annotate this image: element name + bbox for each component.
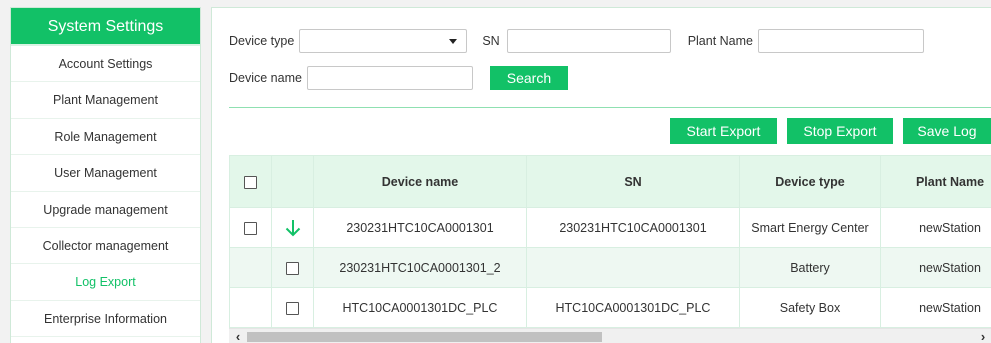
sidebar-item-plant-management[interactable]: Plant Management [11, 82, 200, 119]
sidebar-item-upgrade-management[interactable]: Upgrade management [11, 192, 200, 228]
device-name-input[interactable] [306, 66, 473, 90]
cell-device-type: Safety Box [739, 287, 881, 328]
cell-plant-name: newStation [880, 207, 991, 248]
row-spacer-cell [229, 247, 272, 288]
sn-input[interactable] [506, 29, 671, 53]
table-header-row: Device name SN Device type Plant Name [229, 155, 991, 208]
log-export-panel: Device type SN Plant Name Device name Se… [211, 7, 991, 343]
sidebar-item-log-export[interactable]: Log Export [11, 264, 200, 301]
cell-sn: HTC10CA0001301DC_PLC [526, 287, 740, 328]
filter-divider [229, 107, 991, 108]
cell-sn [526, 247, 740, 288]
row-select-cell [271, 287, 314, 328]
sidebar-item-account-settings[interactable]: Account Settings [11, 46, 200, 83]
table-row: HTC10CA0001301DC_PLC HTC10CA0001301DC_PL… [229, 287, 991, 328]
select-all-cell [229, 155, 272, 208]
sidebar-item-collector-management[interactable]: Collector management [11, 228, 200, 265]
table-horizontal-scrollbar[interactable]: ‹ › [229, 328, 991, 343]
cell-device-type: Smart Energy Center [739, 207, 881, 248]
row-checkbox[interactable] [286, 261, 299, 275]
plant-name-label: Plant Name [687, 34, 753, 48]
stop-export-button[interactable]: Stop Export [787, 118, 893, 144]
device-type-label: Device type [229, 34, 295, 48]
settings-sidebar: System Settings Account Settings Plant M… [10, 7, 201, 343]
cell-plant-name: newStation [880, 247, 991, 288]
header-plant-name: Plant Name [880, 155, 991, 208]
chevron-left-icon[interactable]: ‹ [229, 329, 247, 343]
save-log-button[interactable]: Save Log [903, 118, 991, 144]
header-device-name: Device name [313, 155, 527, 208]
header-device-type: Device type [739, 155, 881, 208]
cell-device-name: 230231HTC10CA0001301 [313, 207, 527, 248]
sn-label: SN [482, 34, 500, 48]
row-select-cell [271, 247, 314, 288]
device-type-select[interactable] [299, 29, 468, 53]
caret-down-icon [449, 39, 458, 44]
cell-device-name: 230231HTC10CA0001301_2 [313, 247, 527, 288]
device-table: Device name SN Device type Plant Name 23… [229, 155, 991, 328]
cell-device-name: HTC10CA0001301DC_PLC [313, 287, 527, 328]
row-spacer-cell [229, 287, 272, 328]
arrow-down-icon[interactable] [285, 219, 301, 237]
filter-row-2: Device name Search [212, 66, 568, 90]
sidebar-title: System Settings [11, 8, 200, 46]
search-button[interactable]: Search [489, 66, 568, 90]
plant-name-input[interactable] [758, 29, 924, 53]
table-row: 230231HTC10CA0001301_2 Battery newStatio… [229, 247, 991, 288]
device-name-label: Device name [229, 71, 302, 85]
row-checkbox[interactable] [286, 301, 299, 315]
table-row: 230231HTC10CA0001301 230231HTC10CA000130… [229, 207, 991, 248]
sidebar-item-enterprise-information[interactable]: Enterprise Information [11, 301, 200, 338]
row-checkbox[interactable] [244, 221, 257, 235]
chevron-right-icon[interactable]: › [974, 329, 991, 343]
expand-cell [271, 207, 314, 248]
device-table-container: Device name SN Device type Plant Name 23… [229, 155, 991, 343]
filter-row-1: Device type SN Plant Name [212, 29, 924, 53]
cell-sn: 230231HTC10CA0001301 [526, 207, 740, 248]
header-sn: SN [526, 155, 740, 208]
cell-device-type: Battery [739, 247, 881, 288]
row-select-cell [229, 207, 272, 248]
cell-plant-name: newStation [880, 287, 991, 328]
sidebar-item-role-management[interactable]: Role Management [11, 119, 200, 156]
select-all-checkbox[interactable] [244, 175, 257, 189]
start-export-button[interactable]: Start Export [670, 118, 777, 144]
scrollbar-thumb[interactable] [247, 332, 602, 342]
sidebar-item-user-management[interactable]: User Management [11, 155, 200, 192]
expand-header-cell [271, 155, 314, 208]
